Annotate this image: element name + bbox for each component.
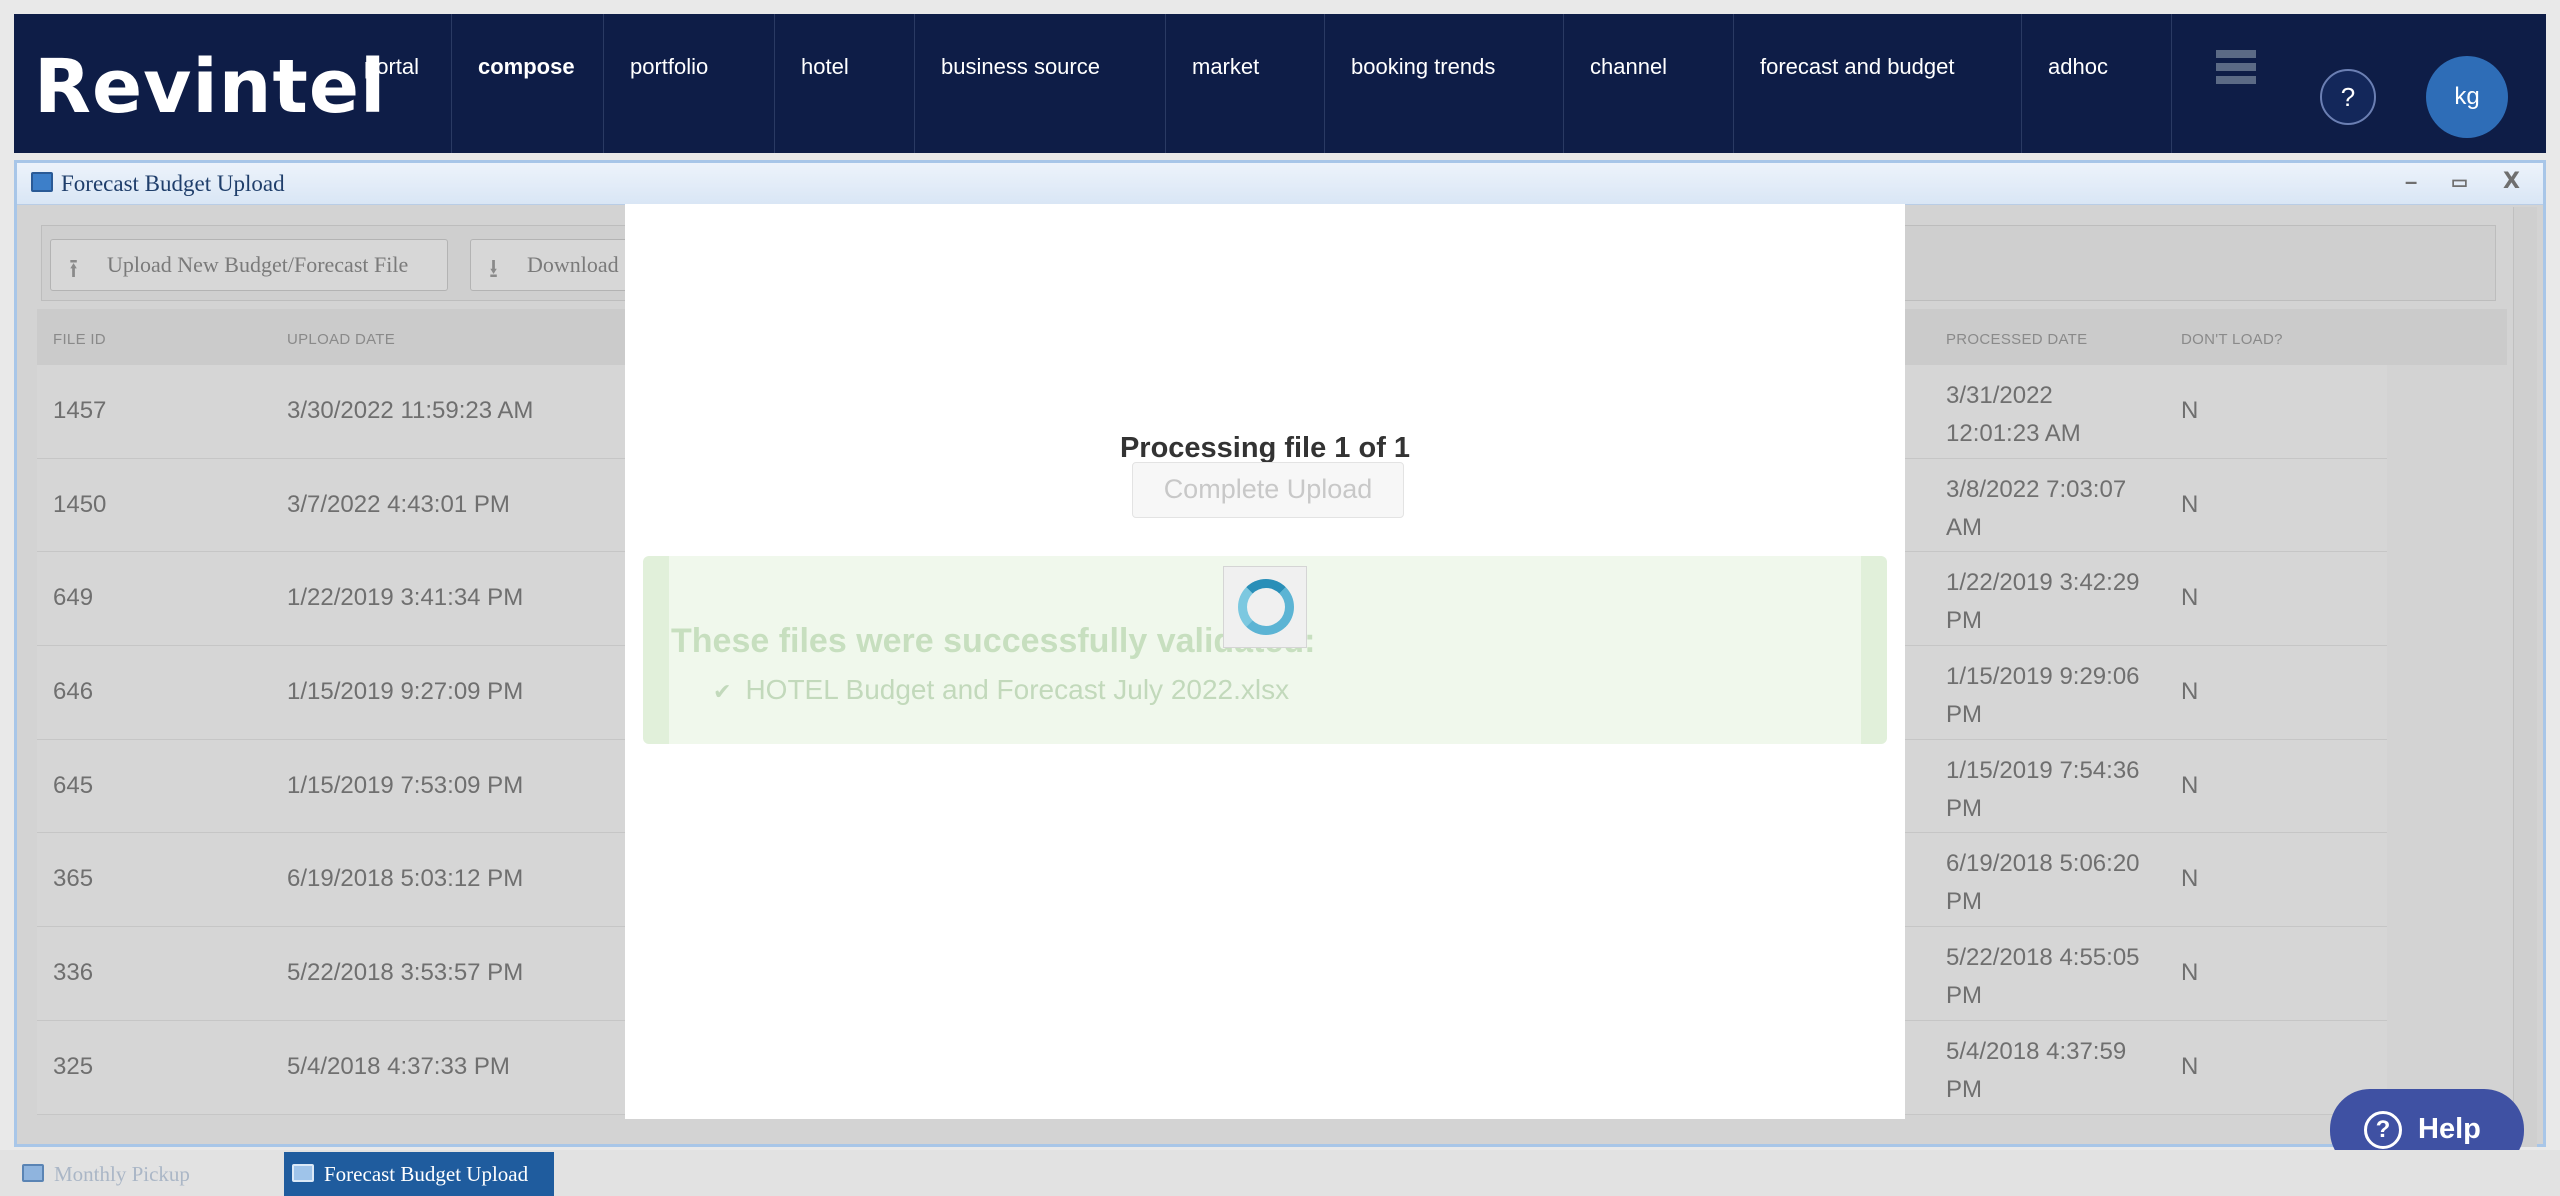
cell-upload-date: 5/22/2018 3:53:57 PM (287, 959, 524, 987)
minimize-icon[interactable]: – (2405, 169, 2417, 195)
task-monthly-pickup[interactable]: Monthly Pickup (14, 1152, 274, 1196)
window-titlebar[interactable]: Forecast Budget Upload – ▭ X (17, 163, 2543, 205)
col-upload-date[interactable]: UPLOAD DATE (287, 331, 395, 348)
help-button-label: Help (2418, 1113, 2481, 1145)
cell-upload-date: 1/15/2019 9:27:09 PM (287, 678, 524, 706)
cell-file-id: 336 (53, 959, 94, 987)
cell-file-id: 365 (53, 865, 94, 893)
nav-forecast-and-budget[interactable]: forecast and budget (1734, 14, 2022, 153)
cell-dont-load: N (2181, 1052, 2199, 1080)
cell-upload-date: 3/7/2022 4:43:01 PM (287, 490, 510, 518)
cell-file-id: 646 (53, 678, 94, 706)
maximize-icon[interactable]: ▭ (2451, 172, 2468, 193)
cell-processed-date: 3/31/2022 12:01:23 AM (1946, 382, 2081, 447)
cell-dont-load: N (2181, 771, 2199, 799)
window-icon (31, 172, 53, 192)
cell-dont-load: N (2181, 865, 2199, 893)
cell-processed-date: 5/22/2018 4:55:05 PM (1946, 944, 2140, 1010)
nav-portal[interactable]: portal (338, 14, 452, 153)
spinner-icon (1238, 579, 1294, 635)
window-scrollbar[interactable] (2513, 207, 2537, 1147)
nav-market[interactable]: market (1166, 14, 1325, 153)
validated-file-item: ✔ HOTEL Budget and Forecast July 2022.xls… (713, 674, 1289, 706)
cell-file-id: 1450 (53, 490, 107, 518)
window-icon (22, 1164, 44, 1182)
window-icon (292, 1164, 314, 1182)
download-icon: ⭳ (489, 254, 499, 284)
close-icon[interactable]: X (2503, 169, 2520, 194)
task-forecast-budget-upload[interactable]: Forecast Budget Upload (284, 1152, 554, 1196)
nav-channel[interactable]: channel (1564, 14, 1734, 153)
cell-processed-date: 1/15/2019 7:54:36 PM (1946, 756, 2140, 822)
cell-processed-date: 3/8/2022 7:03:07 AM (1946, 475, 2127, 541)
cell-dont-load: N (2181, 490, 2199, 518)
nav-compose[interactable]: compose (452, 14, 604, 153)
upload-new-file-button[interactable]: ⭱ Upload New Budget/Forecast File (50, 239, 448, 291)
nav-adhoc[interactable]: adhoc (2022, 14, 2172, 153)
upload-processing-modal: Processing file 1 of 1 Complete Upload T… (625, 204, 1905, 1119)
upload-label: Upload New Budget/Forecast File (107, 252, 409, 277)
cell-upload-date: 1/15/2019 7:53:09 PM (287, 771, 524, 799)
cell-processed-date: 5/4/2018 4:37:59 PM (1946, 1037, 2127, 1103)
cell-file-id: 649 (53, 584, 94, 612)
cell-file-id: 325 (53, 1052, 94, 1080)
task-label: Forecast Budget Upload (324, 1162, 529, 1186)
download-label: Download (527, 252, 619, 277)
complete-upload-button[interactable]: Complete Upload (1132, 462, 1404, 518)
nav-booking-trends[interactable]: booking trends (1325, 14, 1564, 153)
col-processed-date[interactable]: PROCESSED DATE (1946, 331, 2087, 348)
nav-hotel[interactable]: hotel (775, 14, 915, 153)
task-label: Monthly Pickup (54, 1162, 190, 1186)
col-dont-load[interactable]: DON'T LOAD? (2181, 331, 2283, 348)
nav-portfolio[interactable]: portfolio (604, 14, 775, 153)
checkmark-icon: ✔ (713, 679, 732, 704)
cell-file-id: 1457 (53, 397, 107, 424)
cell-processed-date: 1/22/2019 3:42:29 PM (1946, 569, 2140, 635)
cell-upload-date: 1/22/2019 3:41:34 PM (287, 584, 524, 612)
help-question-icon[interactable]: ? (2320, 69, 2376, 125)
col-file-id[interactable]: FILE ID (53, 331, 106, 348)
cell-upload-date: 5/4/2018 4:37:33 PM (287, 1052, 510, 1080)
cell-processed-date: 1/15/2019 9:29:06 PM (1946, 663, 2140, 729)
taskbar: Monthly Pickup Forecast Budget Upload (0, 1150, 2560, 1196)
cell-processed-date: 6/19/2018 5:06:20 PM (1946, 850, 2140, 916)
nav-business-source[interactable]: business source (915, 14, 1166, 153)
help-icon: ? (2364, 1111, 2402, 1149)
cell-upload-date: 6/19/2018 5:03:12 PM (287, 865, 524, 893)
success-title: These files were successfully validated: (671, 622, 1316, 660)
window-title: Forecast Budget Upload (61, 171, 285, 196)
cell-dont-load: N (2181, 678, 2199, 706)
upload-icon: ⭱ (69, 254, 79, 284)
loading-spinner (1223, 566, 1307, 648)
main-nav: portal compose portfolio hotel business … (338, 14, 2172, 153)
cell-dont-load: N (2181, 397, 2199, 424)
user-avatar[interactable]: kg (2426, 56, 2508, 138)
cell-file-id: 645 (53, 771, 94, 799)
menu-icon[interactable] (2216, 50, 2256, 90)
revintel-logo[interactable]: Revintel (34, 44, 386, 130)
download-button[interactable]: ⭳ Download (470, 239, 650, 291)
top-navbar: Revintel portal compose portfolio hotel … (14, 14, 2546, 153)
cell-upload-date: 3/30/2022 11:59:23 AM (287, 397, 534, 424)
processing-status: Processing file 1 of 1 (1119, 432, 1411, 464)
cell-dont-load: N (2181, 584, 2199, 612)
validated-file-name: HOTEL Budget and Forecast July 2022.xlsx (745, 674, 1290, 705)
cell-dont-load: N (2181, 959, 2199, 987)
